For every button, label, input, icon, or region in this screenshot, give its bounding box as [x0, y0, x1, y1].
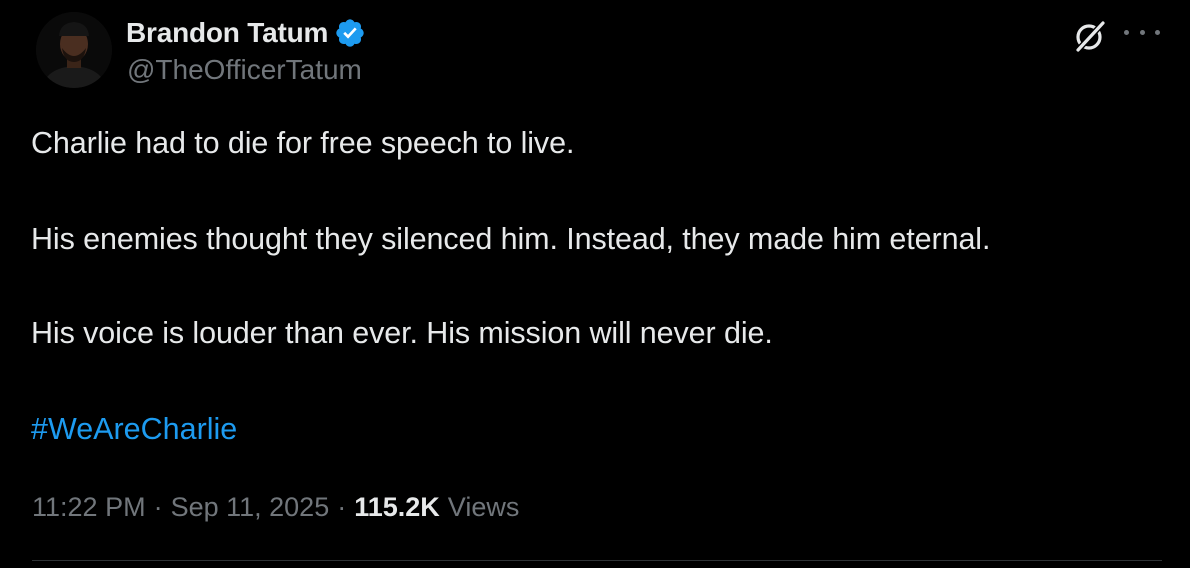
tweet-text-line: His voice is louder than ever. His missi… — [31, 316, 773, 350]
author-display-name[interactable]: Brandon Tatum — [126, 17, 328, 49]
tweet-date[interactable]: Sep 11, 2025 — [171, 492, 330, 523]
author-handle[interactable]: @TheOfficerTatum — [127, 54, 362, 86]
avatar[interactable] — [36, 12, 112, 88]
more-options-icon[interactable] — [1124, 20, 1160, 44]
tweet: Brandon Tatum @TheOfficerTatum Charlie h… — [0, 0, 1190, 568]
tweet-text-line: Charlie had to die for free speech to li… — [31, 126, 575, 160]
tweet-meta: 11:22 PM · Sep 11, 2025 · 115.2K Views — [32, 492, 519, 523]
hashtag-link[interactable]: #WeAreCharlie — [31, 412, 237, 447]
views-count[interactable]: 115.2K — [354, 492, 440, 523]
meta-separator: · — [153, 492, 163, 522]
tweet-text-line: His enemies thought they silenced him. I… — [31, 222, 991, 256]
verified-badge-icon[interactable] — [334, 17, 366, 49]
tweet-time[interactable]: 11:22 PM — [32, 492, 146, 523]
more-dot — [1155, 29, 1160, 35]
avatar-image — [36, 12, 112, 88]
grok-icon[interactable] — [1070, 16, 1110, 56]
views-label[interactable]: Views — [448, 492, 520, 523]
author-name-row: Brandon Tatum — [126, 16, 366, 50]
more-dot — [1139, 29, 1145, 35]
meta-separator: · — [337, 492, 347, 522]
divider — [32, 560, 1162, 561]
more-dot — [1124, 29, 1129, 35]
